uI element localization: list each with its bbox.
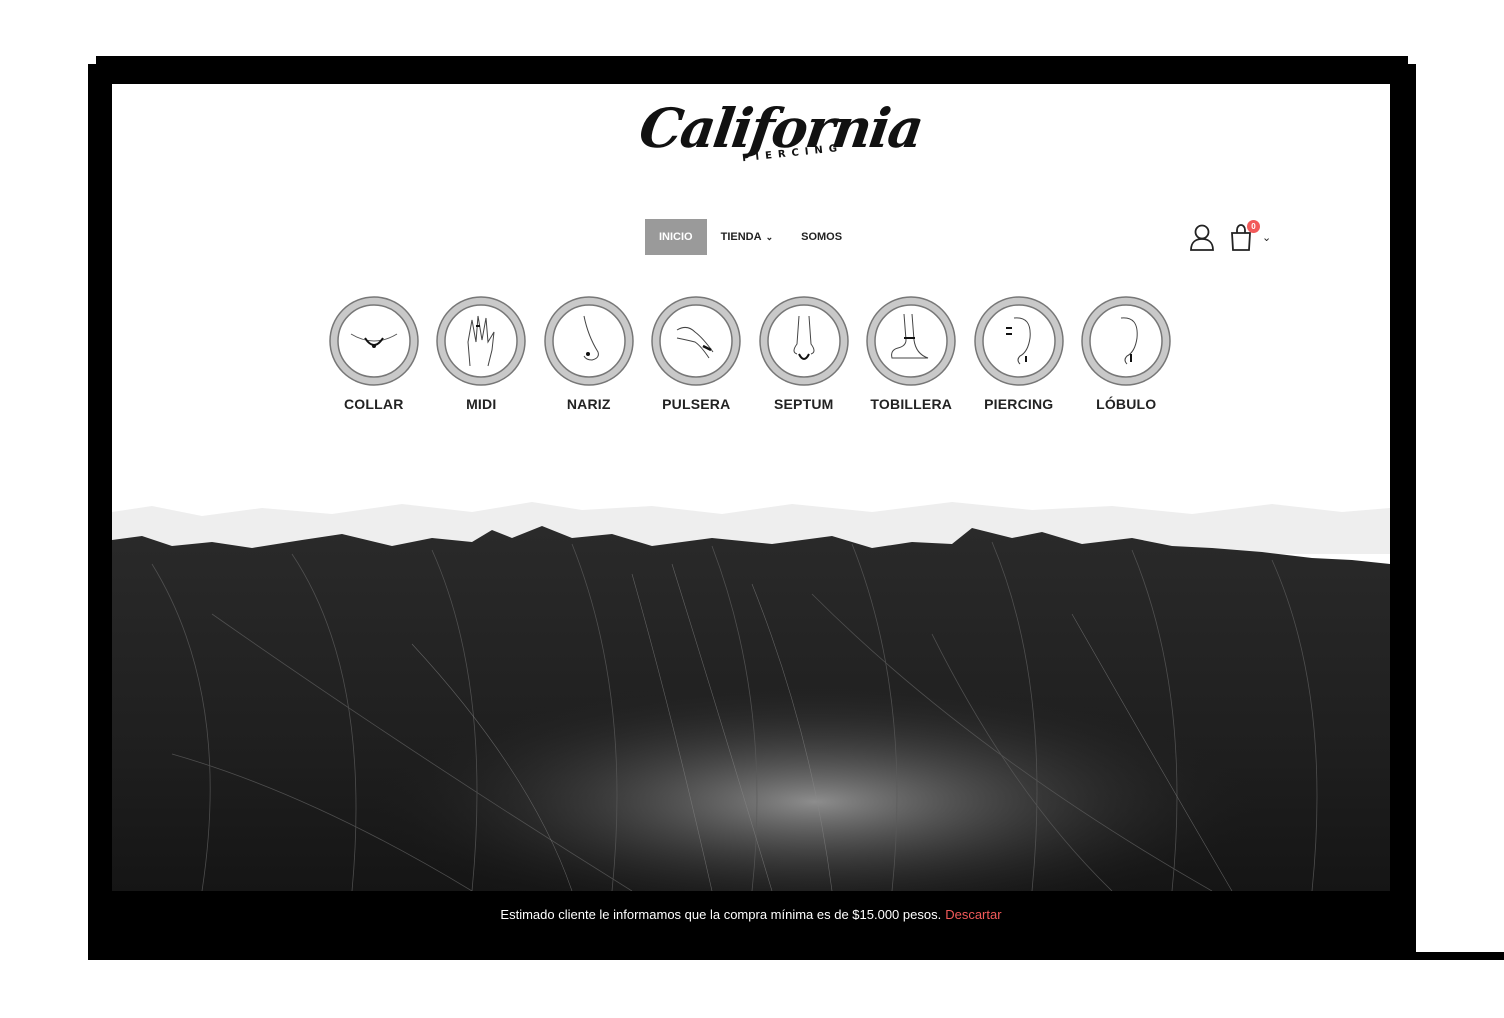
category-label: MIDI <box>466 396 497 412</box>
necklace-icon <box>329 296 419 386</box>
category-pulsera[interactable]: PULSERA <box>643 296 751 412</box>
category-collar[interactable]: COLLAR <box>320 296 428 412</box>
nav-item-label: SOMOS <box>801 231 843 243</box>
category-label: TOBILLERA <box>870 396 953 412</box>
nav-item-label: TIENDA <box>720 231 762 243</box>
category-septum[interactable]: SEPTUM <box>750 296 858 412</box>
category-lobulo[interactable]: LÓBULO <box>1073 296 1181 412</box>
category-list: COLLAR MIDI NARIZ PULSERA SEPTUM TOBILLE… <box>320 296 1180 412</box>
wrist-icon <box>651 296 741 386</box>
site-logo[interactable]: California PIERCING <box>632 96 926 186</box>
notice-text: Estimado cliente le informamos que la co… <box>500 906 942 922</box>
cart-count-badge: 0 <box>1247 220 1260 233</box>
user-icon[interactable] <box>1188 222 1216 252</box>
ear-lobe-icon <box>1081 296 1171 386</box>
website-screen: California PIERCING INICIO TIENDA ⌄ SOMO… <box>112 84 1390 891</box>
device-frame-shadow-right <box>1416 952 1504 960</box>
notice-bar: Estimado cliente le informamos que la co… <box>112 891 1390 937</box>
category-label: PIERCING <box>984 396 1054 412</box>
category-label: SEPTUM <box>773 396 834 412</box>
nav-item-somos[interactable]: SOMOS <box>787 219 856 255</box>
header-icons: 0 ⌄ <box>1188 220 1271 254</box>
category-label: LÓBULO <box>1096 396 1157 412</box>
category-tobillera[interactable]: TOBILLERA <box>858 296 966 412</box>
nav-item-tienda[interactable]: TIENDA ⌄ <box>707 219 788 255</box>
hero-banner-image <box>112 494 1390 891</box>
shopping-bag-icon[interactable]: 0 <box>1228 220 1260 252</box>
ear-piercing-icon <box>974 296 1064 386</box>
category-label: COLLAR <box>343 396 404 412</box>
chevron-down-icon[interactable]: ⌄ <box>1262 231 1271 244</box>
hand-ring-icon <box>436 296 526 386</box>
main-navigation: INICIO TIENDA ⌄ SOMOS <box>645 219 856 255</box>
nav-item-label: INICIO <box>659 231 693 243</box>
category-piercing[interactable]: PIERCING <box>965 296 1073 412</box>
category-nariz[interactable]: NARIZ <box>535 296 643 412</box>
dismiss-link[interactable]: Descartar <box>945 907 1001 922</box>
category-label: NARIZ <box>566 396 611 412</box>
category-label: PULSERA <box>662 396 731 412</box>
chevron-down-icon: ⌄ <box>765 231 774 242</box>
septum-icon <box>759 296 849 386</box>
ankle-icon <box>866 296 956 386</box>
category-midi[interactable]: MIDI <box>428 296 536 412</box>
nose-icon <box>544 296 634 386</box>
nav-item-inicio[interactable]: INICIO <box>645 219 707 255</box>
